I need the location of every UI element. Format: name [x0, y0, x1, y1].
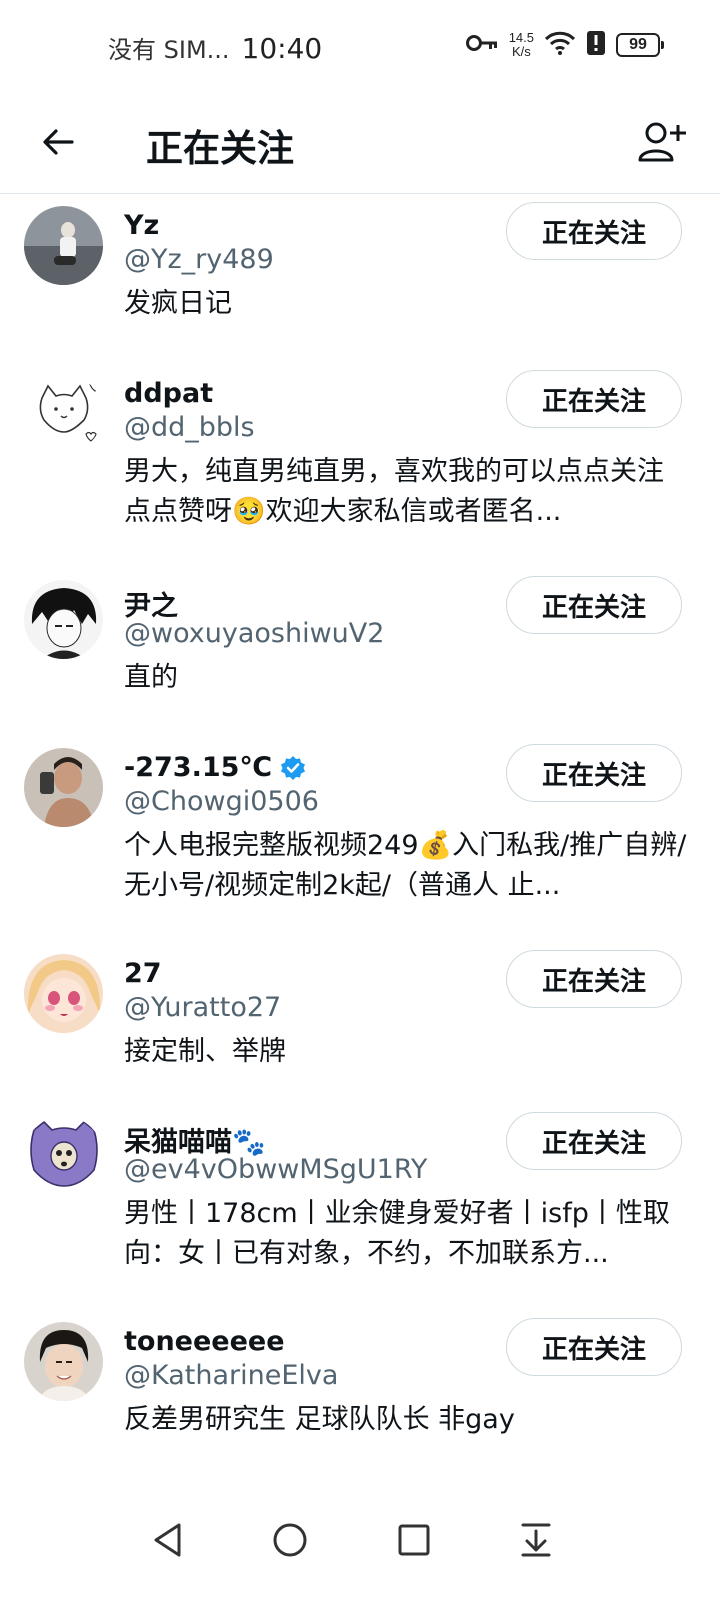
avatar[interactable] [24, 206, 103, 285]
nav-recents-button[interactable] [386, 1514, 442, 1570]
list-item[interactable]: 27 @Yuratto27 接定制、举牌 正在关注 [0, 942, 720, 1104]
user-handle: @Chowgi0506 [124, 786, 319, 817]
list-item[interactable]: 呆猫喵喵🐾 @ev4vObwwMSgU1RY 男性丨178cm丨业余健身爱好者丨… [0, 1104, 720, 1310]
network-speed-unit: K/s [511, 44, 531, 59]
list-item[interactable]: Yz @Yz_ry489 发疯日记 正在关注 [0, 194, 720, 362]
clock-time: 10:40 [241, 32, 323, 65]
avatar[interactable] [24, 1322, 103, 1401]
wifi-icon [544, 30, 576, 60]
system-navigation-bar [0, 1484, 720, 1600]
following-button[interactable]: 正在关注 [506, 1318, 682, 1376]
following-button[interactable]: 正在关注 [506, 950, 682, 1008]
user-bio: 男大，纯直男纯直男，喜欢我的可以点点关注点点赞呀🥹欢迎大家私信或者匿名... [124, 456, 664, 527]
avatar[interactable] [24, 748, 103, 827]
user-name: toneeeeee [124, 1326, 285, 1357]
alert-icon [586, 30, 606, 60]
user-name: Yz [124, 210, 159, 241]
avatar[interactable] [24, 580, 103, 659]
network-speed-value: 14.5 [508, 30, 534, 45]
list-item[interactable]: ddpat @dd_bbls 男大，纯直男纯直男，喜欢我的可以点点关注点点赞呀🥹… [0, 362, 720, 568]
following-button[interactable]: 正在关注 [506, 202, 682, 260]
avatar[interactable] [24, 954, 103, 1033]
nav-back-button[interactable] [140, 1514, 196, 1570]
user-bio: 男性丨178cm丨业余健身爱好者丨isfp丨性取向：女丨已有对象，不约，不加联系… [124, 1198, 670, 1269]
circle-home-icon [272, 1522, 308, 1562]
user-handle: @woxuyaoshiwuV2 [124, 618, 385, 649]
user-bio: 发疯日记 [124, 288, 232, 319]
user-name: 27 [124, 958, 162, 989]
following-list: Yz @Yz_ry489 发疯日记 正在关注 ddpat @dd_bbls 男大… [0, 194, 720, 1484]
user-name: -273.15℃ [124, 752, 306, 783]
app-root: 没有 SIM... 10:40 14.5 K/s 99 正在关注 Yz @Yz_… [0, 0, 720, 1600]
user-handle: @ev4vObwwMSgU1RY [124, 1154, 428, 1185]
user-name-text: 27 [124, 958, 162, 989]
user-bio: 个人电报完整版视频249💰入门私我/推广自辨/无小号/视频定制2k起/（普通人 … [124, 830, 687, 901]
user-bio: 反差男研究生 足球队队长 非gay [124, 1404, 515, 1435]
status-left: 没有 SIM... 10:40 [108, 30, 322, 65]
add-user-button[interactable] [634, 116, 690, 172]
user-name-text: -273.15℃ [124, 752, 273, 783]
avatar[interactable] [24, 1116, 103, 1195]
square-recents-icon [397, 1523, 431, 1561]
avatar[interactable] [24, 374, 103, 453]
user-handle: @Yuratto27 [124, 992, 282, 1023]
verified-badge-icon [280, 755, 306, 781]
user-name-text: ddpat [124, 378, 214, 409]
nav-notifications-button[interactable] [508, 1514, 564, 1570]
arrow-left-icon [40, 124, 76, 164]
network-speed: 14.5 K/s [509, 31, 534, 59]
following-button[interactable]: 正在关注 [506, 1112, 682, 1170]
user-handle: @KatharineElva [124, 1360, 339, 1391]
person-add-icon [638, 121, 686, 167]
following-button[interactable]: 正在关注 [506, 744, 682, 802]
user-bio: 直的 [124, 662, 178, 693]
following-button[interactable]: 正在关注 [506, 370, 682, 428]
page-title: 正在关注 [146, 127, 294, 170]
following-button[interactable]: 正在关注 [506, 576, 682, 634]
triangle-back-icon [151, 1522, 185, 1562]
list-item[interactable]: -273.15℃ @Chowgi0506 个人电报完整版视频249💰入门私我/推… [0, 736, 720, 942]
status-right: 14.5 K/s 99 [465, 30, 664, 60]
user-handle: @dd_bbls [124, 412, 255, 443]
user-name: ddpat [124, 378, 213, 409]
pull-down-icon [519, 1522, 553, 1562]
carrier-text: 没有 SIM... [108, 36, 230, 64]
key-icon [465, 33, 499, 57]
status-bar: 没有 SIM... 10:40 14.5 K/s 99 [0, 0, 720, 96]
top-app-bar: 正在关注 [0, 96, 720, 194]
battery-indicator: 99 [616, 33, 664, 57]
user-name-text: Yz [124, 210, 160, 241]
back-button[interactable] [36, 122, 80, 166]
user-name-text: toneeeeee [124, 1326, 285, 1357]
list-item[interactable]: 尹之 @woxuyaoshiwuV2 直的 正在关注 [0, 568, 720, 736]
nav-home-button[interactable] [262, 1514, 318, 1570]
user-handle: @Yz_ry489 [124, 244, 274, 275]
user-bio: 接定制、举牌 [124, 1036, 286, 1067]
list-item[interactable]: toneeeeee @KatharineElva 反差男研究生 足球队队长 非g… [0, 1310, 720, 1478]
